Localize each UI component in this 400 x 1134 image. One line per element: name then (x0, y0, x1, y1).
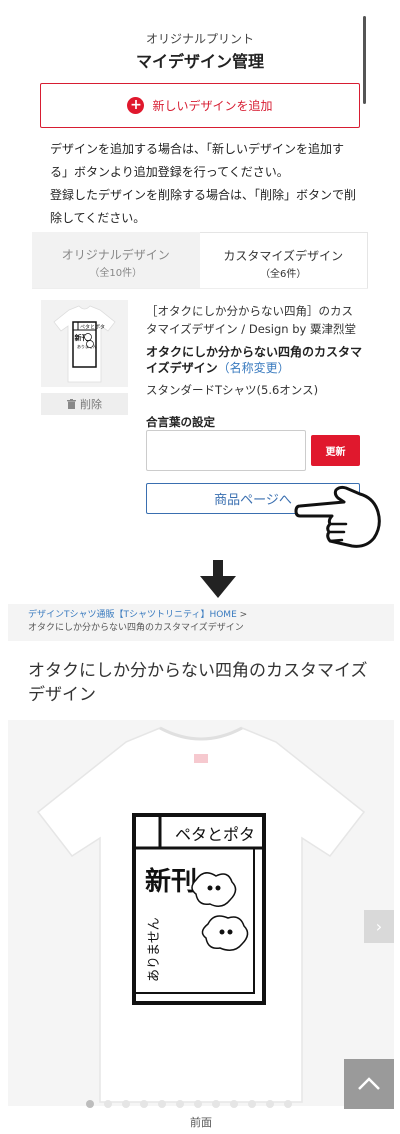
breadcrumb-home-link[interactable]: デザインTシャツ通販【Tシャツトリニティ】HOME (28, 610, 237, 620)
pagination-dot[interactable] (266, 1100, 274, 1108)
image-caption: 前面 (190, 1116, 212, 1129)
product-page-screen: デザインTシャツ通販【Tシャツトリニティ】HOME > オタクにしか分からない四… (8, 604, 394, 1134)
breadcrumb: デザインTシャツ通販【Tシャツトリニティ】HOME > オタクにしか分からない四… (8, 604, 394, 641)
design-text-side: ありません (147, 917, 162, 982)
password-label: 合言葉の設定 (146, 415, 215, 429)
page-title: マイデザイン管理 (135, 52, 264, 71)
image-pagination (86, 1100, 292, 1108)
pagination-dot[interactable] (284, 1100, 292, 1108)
trash-icon (67, 399, 76, 409)
pagination-dot[interactable] (248, 1100, 256, 1108)
rename-link[interactable]: （名称変更） (218, 361, 290, 375)
delete-button[interactable]: 削除 (41, 393, 128, 415)
pagination-dot[interactable] (104, 1100, 112, 1108)
design-thumbnail[interactable]: ペタとポタ 新刊 ありません (41, 300, 128, 387)
tshirt-front-image: ペタとポタ 新刊 ありません (36, 726, 366, 1103)
design-text-top: ペタとポタ (175, 825, 255, 844)
header-subtitle: オリジナルプリント (145, 32, 254, 46)
pagination-dot[interactable] (122, 1100, 130, 1108)
tab-original-label: オリジナルデザイン (61, 248, 170, 262)
pagination-dot[interactable] (140, 1100, 148, 1108)
back-to-top-button[interactable] (344, 1059, 394, 1109)
tab-original-design[interactable]: オリジナルデザイン （全10件） (32, 232, 200, 288)
design-tabs: オリジナルデザイン （全10件） カスタマイズデザイン （全6件） (32, 232, 368, 288)
product-type: スタンダードTシャツ(5.6オンス) (146, 383, 319, 397)
update-button[interactable]: 更新 (311, 435, 360, 466)
design-text-big: 新刊 (145, 866, 197, 897)
tshirt-thumbnail-image: ペタとポタ 新刊 ありません (53, 305, 116, 383)
tab-original-count: （全10件） (89, 268, 143, 279)
next-image-button[interactable]: › (364, 910, 394, 943)
tab-customize-label: カスタマイズデザイン (223, 249, 344, 263)
breadcrumb-separator: > (236, 610, 248, 620)
product-title: オタクにしか分からない四角のカスタマイズデザイン (28, 661, 368, 705)
product-image-gallery[interactable]: ペタとポタ 新刊 ありません (8, 720, 394, 1106)
instructions: デザインを追加する場合は、「新しいデザインを追加する」ボタンより追加登録を行って… (50, 138, 360, 230)
design-info: ［オタクにしか分からない四角］のカスタマイズデザイン / Design by 粟… (146, 302, 362, 430)
pagination-dot[interactable] (230, 1100, 238, 1108)
thumb-text-top: ペタとポタ (80, 324, 105, 331)
plus-circle-icon: + (127, 97, 145, 114)
design-description: ［オタクにしか分からない四角］のカスタマイズデザイン / Design by 粟… (146, 304, 356, 336)
instructions-line-delete: 登録したデザインを削除する場合は、「削除」ボタンで削除してください。 (50, 188, 357, 225)
tab-customize-design[interactable]: カスタマイズデザイン （全6件） (199, 232, 368, 288)
pagination-dot[interactable] (176, 1100, 184, 1108)
pointing-hand-icon (294, 485, 381, 548)
pagination-dot[interactable] (212, 1100, 220, 1108)
design-name: オタクにしか分からない四角のカスタマイズデザイン（名称変更） (146, 344, 362, 376)
chevron-up-icon (358, 1077, 380, 1090)
pagination-dot[interactable] (158, 1100, 166, 1108)
down-arrow-icon (200, 560, 236, 598)
instructions-line-add: デザインを追加する場合は、「新しいデザインを追加する」ボタンより追加登録を行って… (50, 142, 345, 179)
password-input[interactable] (146, 430, 306, 471)
add-design-label: 新しいデザインを追加 (152, 99, 273, 113)
delete-label: 削除 (80, 398, 102, 411)
add-design-button[interactable]: + 新しいデザインを追加 (40, 83, 360, 128)
my-design-screen: オリジナルプリント マイデザイン管理 + 新しいデザインを追加 デザインを追加す… (0, 0, 400, 600)
tab-customize-count: （全6件） (260, 269, 307, 280)
pagination-dot[interactable] (194, 1100, 202, 1108)
breadcrumb-current: オタクにしか分からない四角のカスタマイズデザイン (28, 623, 244, 633)
pagination-dot[interactable] (86, 1100, 94, 1108)
